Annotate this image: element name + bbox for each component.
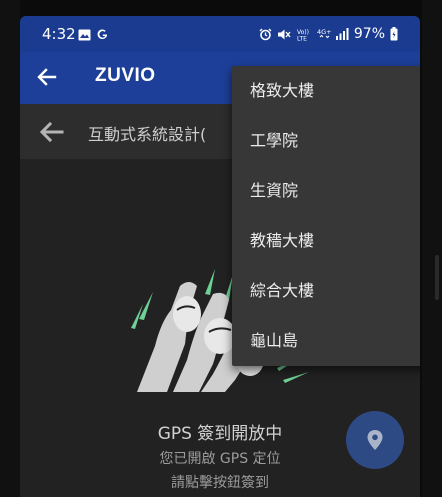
- status-left-icons: [78, 28, 109, 41]
- signal-icon: [335, 28, 349, 40]
- alarm-icon: [259, 28, 272, 40]
- menu-item-general-building[interactable]: 綜合大樓: [232, 266, 420, 316]
- menu-item-bioresources-college[interactable]: 生資院: [232, 166, 420, 216]
- location-pin-icon: [367, 430, 383, 450]
- menu-item-jiaose-building[interactable]: 教穡大樓: [232, 216, 420, 266]
- battery-icon: [390, 27, 398, 41]
- status-right-icons: Vo)) LTE 4G+ 97%: [259, 26, 398, 42]
- svg-text:LTE: LTE: [297, 35, 307, 41]
- battery-percent: 97%: [353, 26, 385, 42]
- phone-bezel-right: [422, 0, 442, 497]
- menu-item-engineering-college[interactable]: 工學院: [232, 116, 420, 166]
- 4g-icon: 4G+: [317, 28, 331, 38]
- menu-item-guishan-island[interactable]: 龜山島: [232, 316, 420, 366]
- course-title: 互動式系統設計(: [88, 125, 207, 144]
- arrow-left-icon[interactable]: [36, 66, 58, 88]
- svg-text:4G+: 4G+: [317, 28, 331, 36]
- image-icon: [78, 29, 91, 40]
- volte-icon: Vo)) LTE: [297, 29, 309, 41]
- status-bar: 4:32 Vo)) LTE 4G+ 97%: [20, 16, 420, 52]
- menu-item-gezhi-building[interactable]: 格致大樓: [232, 66, 420, 116]
- phone-bezel-left: [0, 0, 20, 497]
- status-time: 4:32: [42, 25, 76, 43]
- location-dropdown-menu: 格致大樓 工學院 生資院 教穡大樓 綜合大樓 龜山島: [232, 66, 420, 366]
- google-g-icon: [97, 29, 108, 40]
- phone-screen: 4:32 Vo)) LTE 4G+ 97% ZUVIO 互動式系統設計(GPS…: [20, 16, 420, 497]
- checkin-location-button[interactable]: [346, 411, 404, 469]
- phone-side-button: [435, 255, 439, 300]
- mute-icon: [277, 29, 291, 39]
- gps-instruction-text: 請點擊按鈕簽到: [171, 475, 269, 491]
- arrow-left-icon[interactable]: [38, 121, 64, 143]
- app-title: ZUVIO: [95, 65, 156, 86]
